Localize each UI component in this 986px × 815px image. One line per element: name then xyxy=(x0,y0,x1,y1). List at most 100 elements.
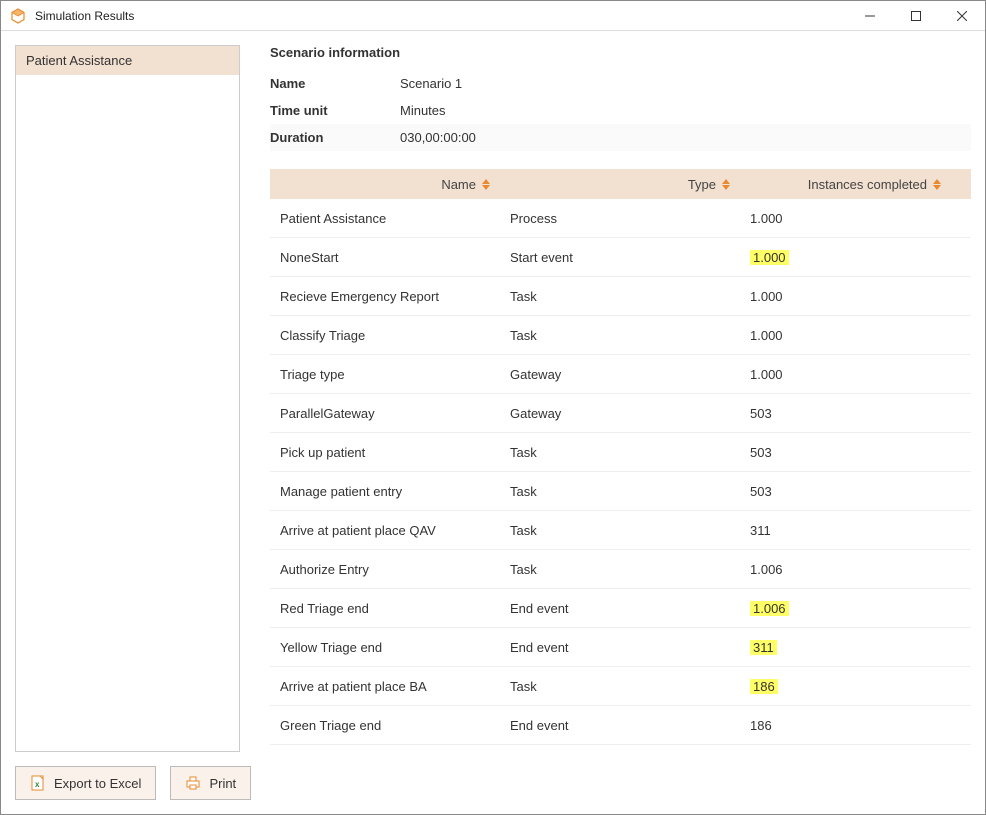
table-row[interactable]: Triage typeGateway1.000 xyxy=(270,355,971,394)
window-controls xyxy=(847,1,985,30)
table-row[interactable]: Manage patient entryTask503 xyxy=(270,472,971,511)
main-panel: Scenario information Name Scenario 1 Tim… xyxy=(270,45,971,752)
info-value: 030,00:00:00 xyxy=(400,130,971,145)
cell-type: Start event xyxy=(500,250,740,265)
highlight: 1.000 xyxy=(750,250,789,265)
minimize-button[interactable] xyxy=(847,1,893,30)
cell-name: Triage type xyxy=(270,367,500,382)
print-button[interactable]: Print xyxy=(170,766,251,800)
table-row[interactable]: Classify TriageTask1.000 xyxy=(270,316,971,355)
button-label: Export to Excel xyxy=(54,776,141,791)
titlebar: Simulation Results xyxy=(1,1,985,31)
cell-name: Manage patient entry xyxy=(270,484,500,499)
highlight: 1.006 xyxy=(750,601,789,616)
cell-type: Task xyxy=(500,328,740,343)
cell-instances: 503 xyxy=(740,406,971,421)
cell-type: Task xyxy=(500,289,740,304)
results-table: Name Type xyxy=(270,169,971,745)
app-icon xyxy=(9,7,27,25)
excel-icon: x xyxy=(30,775,46,791)
cell-type: End event xyxy=(500,718,740,733)
sidebar-item-label: Patient Assistance xyxy=(26,53,132,68)
cell-type: Gateway xyxy=(500,406,740,421)
cell-type: Process xyxy=(500,211,740,226)
cell-instances: 1.000 xyxy=(740,367,971,382)
table-row[interactable]: Arrive at patient place BATask 186 xyxy=(270,667,971,706)
info-row-timeunit: Time unit Minutes xyxy=(270,97,971,124)
column-header-instances[interactable]: Instances completed xyxy=(740,177,971,192)
column-header-name[interactable]: Name xyxy=(270,177,500,192)
cell-instances: 503 xyxy=(740,484,971,499)
sidebar: Patient Assistance xyxy=(15,45,240,752)
highlight: 186 xyxy=(750,679,778,694)
window-title: Simulation Results xyxy=(35,9,847,23)
sort-icon xyxy=(482,179,490,190)
cell-name: Red Triage end xyxy=(270,601,500,616)
info-row-duration: Duration 030,00:00:00 xyxy=(270,124,971,151)
cell-name: Pick up patient xyxy=(270,445,500,460)
cell-instances: 1.006 xyxy=(740,601,971,616)
column-label: Name xyxy=(441,177,476,192)
cell-name: NoneStart xyxy=(270,250,500,265)
cell-type: Task xyxy=(500,562,740,577)
cell-instances: 1.000 xyxy=(740,289,971,304)
cell-name: Green Triage end xyxy=(270,718,500,733)
cell-type: Task xyxy=(500,445,740,460)
cell-instances: 1.000 xyxy=(740,211,971,226)
cell-name: Classify Triage xyxy=(270,328,500,343)
table-row[interactable]: Recieve Emergency ReportTask1.000 xyxy=(270,277,971,316)
footer-buttons: x Export to Excel Print xyxy=(15,766,971,800)
table-row[interactable]: Patient AssistanceProcess1.000 xyxy=(270,199,971,238)
cell-type: Task xyxy=(500,484,740,499)
client-area: Patient Assistance Scenario information … xyxy=(1,31,985,814)
column-label: Instances completed xyxy=(808,177,927,192)
cell-name: Authorize Entry xyxy=(270,562,500,577)
table-row[interactable]: ParallelGatewayGateway503 xyxy=(270,394,971,433)
cell-type: Task xyxy=(500,523,740,538)
table-row[interactable]: Yellow Triage endEnd event 311 xyxy=(270,628,971,667)
svg-text:x: x xyxy=(35,780,40,789)
cell-type: End event xyxy=(500,601,740,616)
info-value: Scenario 1 xyxy=(400,76,971,91)
button-label: Print xyxy=(209,776,236,791)
printer-icon xyxy=(185,775,201,791)
table-row[interactable]: Authorize EntryTask1.006 xyxy=(270,550,971,589)
body-row: Patient Assistance Scenario information … xyxy=(15,45,971,752)
close-button[interactable] xyxy=(939,1,985,30)
cell-type: Task xyxy=(500,679,740,694)
info-label: Time unit xyxy=(270,103,400,118)
export-to-excel-button[interactable]: x Export to Excel xyxy=(15,766,156,800)
column-header-type[interactable]: Type xyxy=(500,177,740,192)
info-value: Minutes xyxy=(400,103,971,118)
cell-instances: 1.000 xyxy=(740,328,971,343)
table-row[interactable]: Pick up patientTask503 xyxy=(270,433,971,472)
cell-name: Recieve Emergency Report xyxy=(270,289,500,304)
sidebar-item-patient-assistance[interactable]: Patient Assistance xyxy=(16,46,239,75)
cell-instances: 186 xyxy=(740,718,971,733)
window: Simulation Results Patient Assistance xyxy=(0,0,986,815)
cell-instances: 1.006 xyxy=(740,562,971,577)
scenario-heading: Scenario information xyxy=(270,45,971,60)
table-row[interactable]: NoneStartStart event 1.000 xyxy=(270,238,971,277)
table-header: Name Type xyxy=(270,169,971,199)
scenario-info: Scenario information Name Scenario 1 Tim… xyxy=(270,45,971,151)
info-row-name: Name Scenario 1 xyxy=(270,70,971,97)
table-body: Patient AssistanceProcess1.000NoneStartS… xyxy=(270,199,971,745)
highlight: 311 xyxy=(750,640,777,655)
info-label: Name xyxy=(270,76,400,91)
cell-instances: 503 xyxy=(740,445,971,460)
cell-name: Yellow Triage end xyxy=(270,640,500,655)
info-label: Duration xyxy=(270,130,400,145)
table-row[interactable]: Green Triage endEnd event186 xyxy=(270,706,971,745)
maximize-button[interactable] xyxy=(893,1,939,30)
table-row[interactable]: Red Triage endEnd event 1.006 xyxy=(270,589,971,628)
sort-icon xyxy=(933,179,941,190)
cell-name: Arrive at patient place BA xyxy=(270,679,500,694)
cell-name: ParallelGateway xyxy=(270,406,500,421)
cell-instances: 311 xyxy=(740,523,971,538)
cell-type: End event xyxy=(500,640,740,655)
column-label: Type xyxy=(688,177,716,192)
cell-name: Arrive at patient place QAV xyxy=(270,523,500,538)
cell-type: Gateway xyxy=(500,367,740,382)
table-row[interactable]: Arrive at patient place QAVTask311 xyxy=(270,511,971,550)
